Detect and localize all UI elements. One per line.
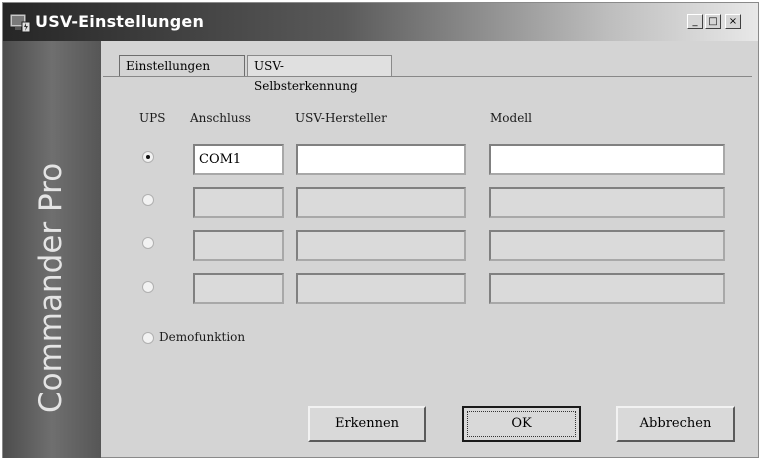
title-bar[interactable]: USV-Einstellungen _ □ × [3, 3, 758, 41]
ups-row-1-radio[interactable] [142, 151, 154, 163]
column-header-port: Anschluss [190, 111, 251, 125]
brand-label: Commander Pro [33, 162, 69, 413]
ups-row-2-radio[interactable] [142, 194, 154, 206]
ups-row-4-port-field [193, 273, 284, 304]
ok-button[interactable]: OK [462, 406, 581, 442]
column-header-manufacturer: USV-Hersteller [295, 111, 387, 125]
minimize-button[interactable]: _ [687, 14, 703, 29]
app-icon [9, 13, 31, 33]
maximize-button[interactable]: □ [705, 14, 721, 29]
detect-button[interactable]: Erkennen [308, 406, 426, 442]
ups-row-2-manufacturer-field [296, 187, 466, 218]
ups-row-2-model-field [489, 187, 725, 218]
ups-row-3-model-field [489, 230, 725, 261]
tab-settings[interactable]: Einstellungen [119, 55, 245, 76]
close-button[interactable]: × [725, 14, 741, 29]
ups-row-3-radio[interactable] [142, 237, 154, 249]
ups-row-1-model-field[interactable] [489, 144, 725, 175]
ups-row-2-port-field [193, 187, 284, 218]
ups-row-3-manufacturer-field [296, 230, 466, 261]
ups-row-4-model-field [489, 273, 725, 304]
tab-divider [103, 76, 752, 77]
settings-window: USV-Einstellungen _ □ × Commander Pro Ei… [2, 2, 759, 458]
cancel-button[interactable]: Abbrechen [616, 406, 735, 442]
demo-mode-label[interactable]: Demofunktion [159, 330, 245, 344]
column-header-model: Modell [490, 111, 532, 125]
ups-row-1-port-field[interactable]: COM1 [193, 144, 284, 175]
brand-sidebar: Commander Pro [3, 41, 101, 458]
tab-ups-detection[interactable]: USV-Selbsterkennung [247, 55, 392, 93]
column-header-ups: UPS [139, 111, 166, 125]
ups-row-3-port-field [193, 230, 284, 261]
demo-mode-radio[interactable] [142, 332, 154, 344]
ups-row-1-manufacturer-field[interactable] [296, 144, 466, 175]
ups-row-4-manufacturer-field [296, 273, 466, 304]
window-title: USV-Einstellungen [35, 12, 205, 31]
ups-row-4-radio[interactable] [142, 281, 154, 293]
